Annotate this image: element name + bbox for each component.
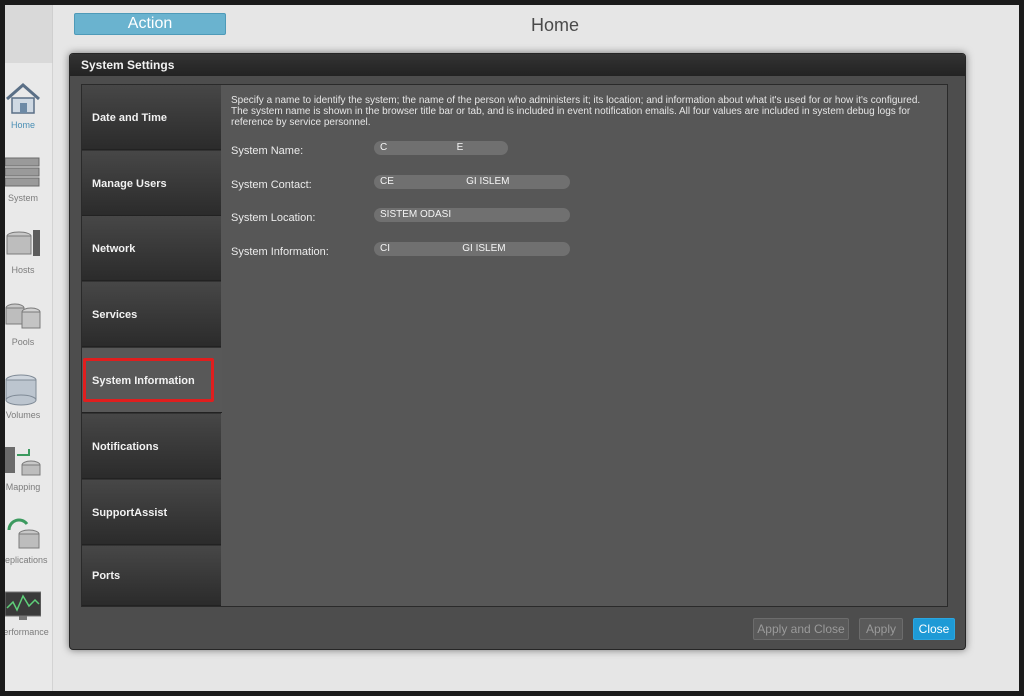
tab-date-and-time[interactable]: Date and Time bbox=[82, 85, 221, 150]
nav-item-replications[interactable]: Replications bbox=[5, 510, 53, 576]
system-information-label: System Information: bbox=[231, 246, 329, 258]
system-contact-row: System Contact: bbox=[231, 175, 931, 195]
system-name-row: System Name: bbox=[231, 141, 931, 161]
nav-label: Pools bbox=[11, 337, 35, 347]
system-name-label: System Name: bbox=[231, 145, 304, 157]
tab-label: Ports bbox=[92, 570, 121, 582]
system-information-input[interactable] bbox=[374, 242, 570, 256]
nav-item-hosts[interactable]: Hosts bbox=[5, 220, 53, 286]
apply-button[interactable]: Apply bbox=[859, 618, 903, 640]
nav-item-mapping[interactable]: Mapping bbox=[5, 437, 53, 503]
close-button[interactable]: Close bbox=[913, 618, 955, 640]
tab-ports[interactable]: Ports bbox=[82, 546, 221, 606]
system-location-input[interactable] bbox=[374, 208, 570, 222]
tab-label: Network bbox=[92, 243, 136, 255]
system-settings-dialog: System Settings Date and Time Manage Use… bbox=[69, 53, 966, 650]
tab-services[interactable]: Services bbox=[82, 282, 221, 347]
pools-icon bbox=[5, 303, 41, 329]
tab-label: Services bbox=[92, 309, 138, 321]
hosts-icon bbox=[6, 230, 40, 256]
apply-and-close-button[interactable]: Apply and Close bbox=[753, 618, 849, 640]
top-bar: Action Home bbox=[5, 5, 1019, 47]
nav-item-system[interactable]: System bbox=[5, 148, 53, 214]
mapping-icon bbox=[5, 447, 41, 476]
tab-system-information[interactable]: System Information bbox=[82, 348, 222, 413]
nav-label: Mapping bbox=[5, 482, 41, 492]
page-title: Home bbox=[530, 15, 579, 35]
house-icon bbox=[6, 83, 40, 114]
tab-label: Manage Users bbox=[92, 178, 167, 190]
tab-notifications[interactable]: Notifications bbox=[82, 414, 221, 479]
system-location-row: System Location: bbox=[231, 208, 931, 228]
corner-panel bbox=[5, 5, 53, 63]
dialog-body: Date and Time Manage Users Network Servi… bbox=[81, 84, 948, 607]
replications-icon bbox=[7, 518, 40, 549]
nav-label: Performance bbox=[5, 627, 49, 637]
nav-item-volumes[interactable]: Volumes bbox=[5, 365, 53, 431]
nav-label: Home bbox=[10, 120, 35, 130]
system-information-panel: Specify a name to identify the system; t… bbox=[231, 95, 936, 258]
nav-label: Hosts bbox=[11, 265, 35, 275]
server-rack-icon bbox=[5, 157, 40, 187]
nav-item-performance[interactable]: Performance bbox=[5, 582, 53, 648]
dialog-title: System Settings bbox=[81, 58, 175, 72]
nav-label: System bbox=[7, 193, 38, 203]
nav-item-home[interactable]: Home bbox=[5, 75, 53, 141]
nav-label: Replications bbox=[5, 555, 48, 565]
system-location-label: System Location: bbox=[231, 212, 316, 224]
system-name-input[interactable] bbox=[374, 141, 508, 155]
left-nav: Home System Hosts Pools Volumes Mapping … bbox=[5, 63, 53, 691]
tab-label: Notifications bbox=[92, 441, 159, 453]
performance-icon bbox=[5, 591, 41, 620]
system-information-row: System Information: bbox=[231, 242, 931, 262]
nav-label: Volumes bbox=[5, 410, 41, 420]
tab-supportassist[interactable]: SupportAssist bbox=[82, 480, 221, 545]
tab-manage-users[interactable]: Manage Users bbox=[82, 151, 221, 216]
volumes-icon bbox=[5, 374, 37, 406]
nav-item-pools[interactable]: Pools bbox=[5, 292, 53, 358]
system-contact-label: System Contact: bbox=[231, 179, 312, 191]
dialog-header: System Settings bbox=[70, 54, 965, 76]
tab-label: SupportAssist bbox=[92, 507, 168, 519]
panel-description: Specify a name to identify the system; t… bbox=[231, 95, 921, 128]
settings-tabs: Date and Time Manage Users Network Servi… bbox=[82, 85, 222, 606]
tab-network[interactable]: Network bbox=[82, 216, 221, 281]
tab-label: Date and Time bbox=[92, 112, 167, 124]
app-window: Action Home Home System Hosts Pools Volu… bbox=[5, 5, 1019, 691]
tab-label: System Information bbox=[92, 375, 195, 387]
system-contact-input[interactable] bbox=[374, 175, 570, 189]
action-button[interactable]: Action bbox=[74, 13, 226, 35]
